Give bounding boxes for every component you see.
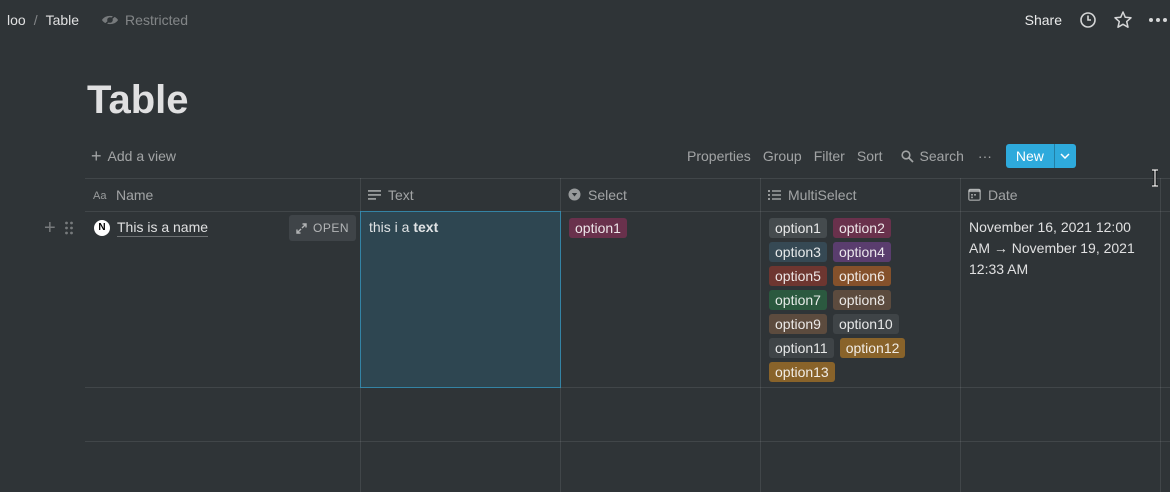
column-header-text[interactable]: Text [360, 178, 560, 211]
column-header-multiselect[interactable]: MultiSelect [760, 178, 960, 211]
topbar: loo / Table Restricted [0, 0, 1170, 40]
column-header-label: Date [988, 186, 1018, 203]
multiselect-tag: option12 [839, 338, 906, 358]
notion-page-icon: N [94, 219, 110, 236]
search-label: Search [919, 148, 964, 164]
row-divider [85, 387, 1170, 388]
row-text-cell[interactable]: this i a text [360, 211, 561, 388]
column-divider [960, 178, 961, 492]
column-header-label: Text [388, 186, 414, 203]
add-view-label: Add a view [107, 148, 176, 164]
multiselect-tag: option5 [769, 266, 827, 286]
search-button[interactable]: Search [900, 148, 964, 164]
text-bold: text [413, 219, 439, 235]
clock-icon[interactable] [1078, 10, 1098, 30]
text-aa-icon: Aa [93, 190, 107, 201]
calendar-icon [968, 188, 981, 201]
column-header-select[interactable]: Select [560, 178, 760, 211]
list-icon [768, 189, 781, 200]
more-icon[interactable] [1148, 10, 1170, 30]
row-name[interactable]: This is a name [117, 218, 209, 237]
column-header-date[interactable]: Date [960, 178, 1160, 211]
view-more-button[interactable]: ··· [978, 148, 992, 164]
select-tag: option1 [569, 218, 627, 238]
new-button-label[interactable]: New [1006, 144, 1054, 168]
search-icon [900, 149, 914, 163]
chevron-down-icon[interactable] [1053, 144, 1076, 168]
multiselect-tag: option9 [769, 314, 827, 334]
multiselect-tag: option6 [832, 266, 891, 286]
row-date-cell[interactable]: November 16, 2021 12:00 AM → November 19… [969, 217, 1149, 280]
filter-button[interactable]: Filter [814, 148, 845, 164]
restricted-badge[interactable]: Restricted [101, 12, 188, 28]
eye-off-icon [102, 13, 119, 27]
column-divider [760, 178, 761, 492]
row-tools: + [44, 218, 74, 238]
view-toolbar: + Add a view Properties Group Filter Sor… [87, 142, 1170, 170]
expand-icon [296, 222, 307, 234]
multiselect-tag: option11 [769, 338, 834, 358]
sort-button[interactable]: Sort [857, 148, 883, 164]
svg-text:Aa: Aa [93, 190, 107, 201]
row-name-cell[interactable]: N This is a name [94, 218, 209, 237]
new-button[interactable]: New [1005, 144, 1076, 168]
text-plain: this i a [369, 219, 414, 235]
group-button[interactable]: Group [763, 148, 802, 164]
multiselect-tag: option4 [832, 242, 891, 262]
share-button[interactable]: Share [1025, 12, 1062, 28]
column-header-label: MultiSelect [788, 186, 857, 203]
column-header-label: Select [588, 186, 627, 203]
breadcrumb-separator: / [33, 12, 38, 28]
page-title[interactable]: Table [87, 78, 189, 123]
multiselect-tag: option10 [832, 314, 899, 334]
plus-icon: + [91, 146, 102, 166]
multiselect-tag: option8 [832, 290, 891, 310]
drag-handle-icon[interactable] [64, 220, 74, 236]
select-icon [568, 188, 581, 201]
breadcrumb-page[interactable]: Table [46, 12, 79, 28]
table-header-divider [85, 211, 1170, 212]
restricted-label: Restricted [125, 12, 189, 28]
open-label: OPEN [313, 221, 350, 235]
row-select-cell[interactable]: option1 [569, 218, 627, 238]
multiselect-tag: option7 [769, 290, 827, 310]
properties-button[interactable]: Properties [687, 148, 751, 164]
multiselect-tag: option1 [769, 218, 827, 238]
row-divider [85, 441, 1170, 442]
add-view-button[interactable]: + Add a view [91, 142, 176, 170]
text-lines-icon [368, 189, 381, 200]
view-actions: Properties Group Filter Sort Search ··· … [687, 142, 1076, 170]
add-row-icon[interactable]: + [44, 218, 56, 238]
topbar-actions: Share [1025, 0, 1170, 40]
open-page-button[interactable]: OPEN [289, 215, 357, 241]
multiselect-tag: option2 [832, 218, 891, 238]
breadcrumb-workspace[interactable]: loo [7, 12, 26, 28]
column-header-label: Name [116, 186, 154, 203]
text-cursor-icon [1152, 169, 1158, 187]
star-icon[interactable] [1113, 10, 1133, 30]
column-header-name[interactable]: Aa Name [85, 178, 360, 211]
column-divider [1160, 178, 1161, 492]
multiselect-tag: option13 [769, 362, 835, 382]
multiselect-tag: option3 [769, 242, 827, 262]
row-multiselect-cell[interactable]: option1 option2 option3 option4 option5 … [769, 218, 949, 386]
